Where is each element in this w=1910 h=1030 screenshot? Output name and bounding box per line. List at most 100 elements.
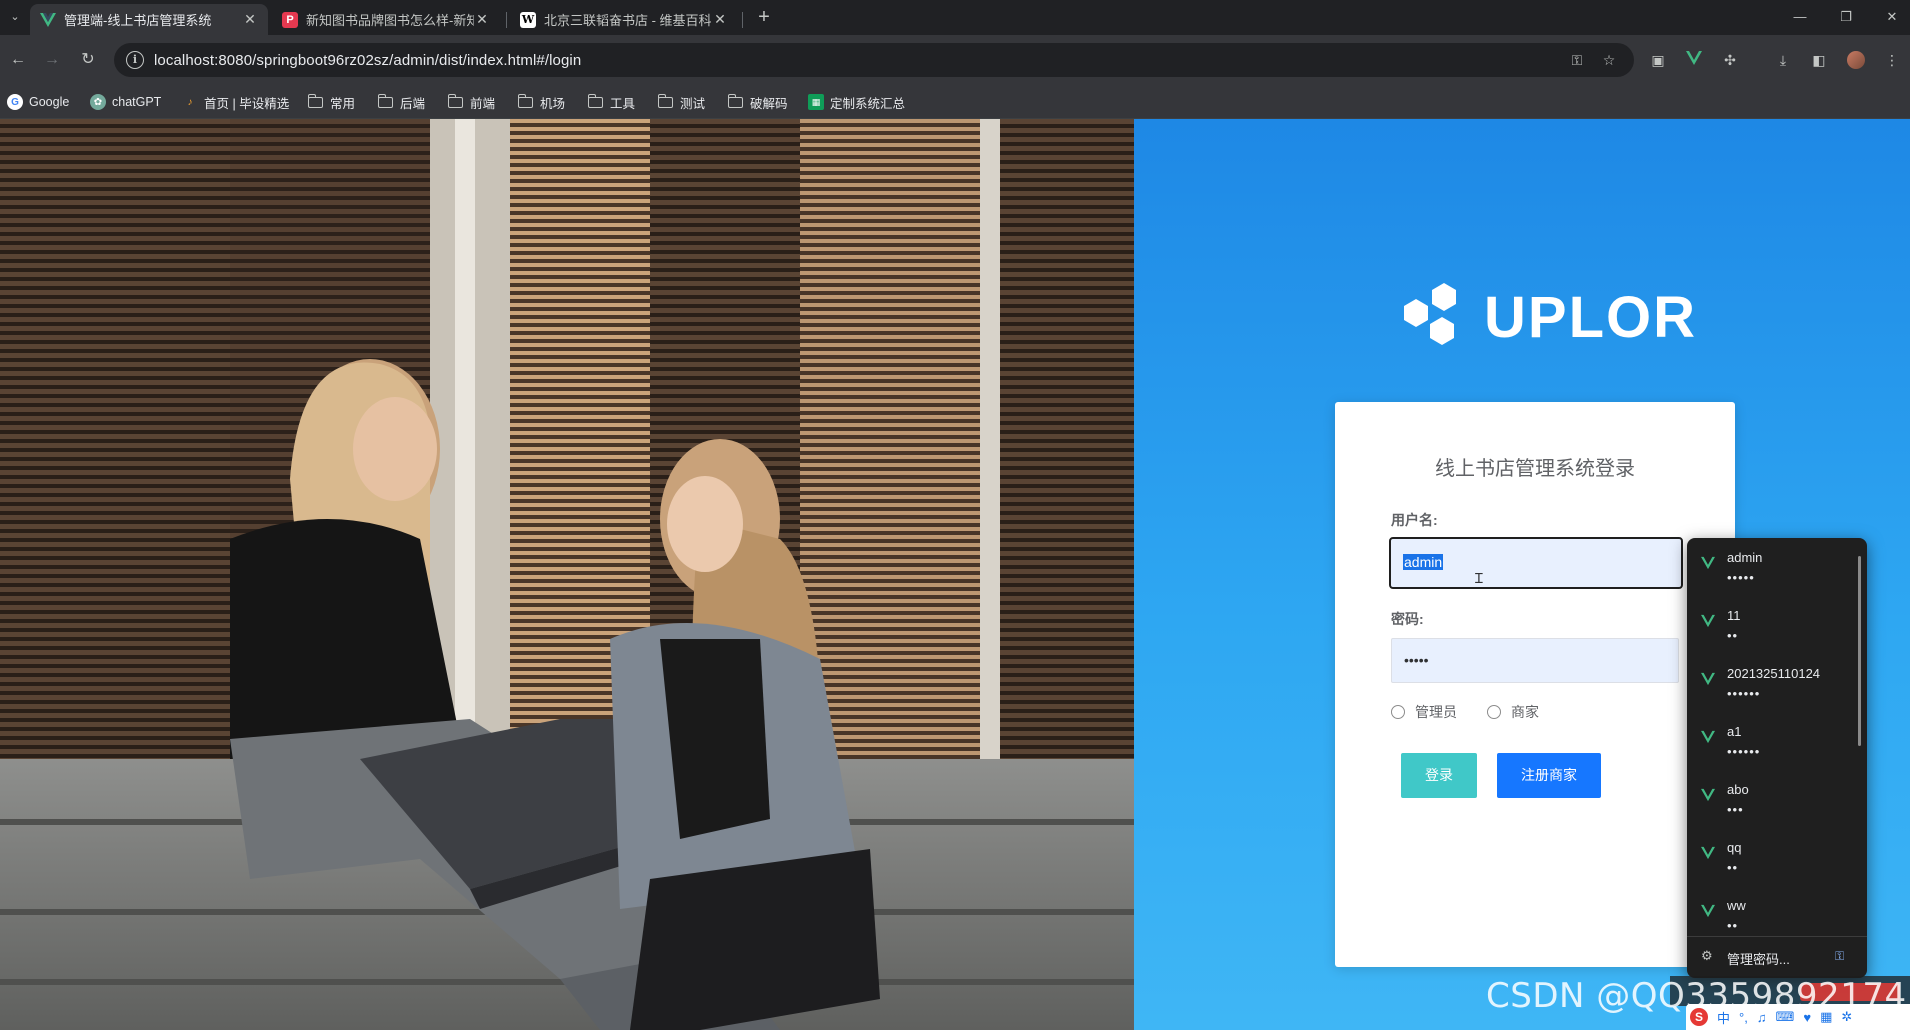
folder-icon <box>657 93 673 108</box>
bookmark-custom-systems[interactable]: ▦ 定制系统汇总 <box>808 92 905 112</box>
tab-close-icon[interactable]: ✕ <box>474 11 490 28</box>
tab-search-chevron-icon[interactable]: ⌄ <box>4 6 26 28</box>
key-icon: ⚿ <box>1835 949 1845 963</box>
username-label: 用户名: <box>1391 512 1438 528</box>
tab-title: 新知图书品牌图书怎么样-新知 <box>306 13 474 28</box>
login-card: 线上书店管理系统登录 用户名: admin Ɪ 密码: ••••• 管理员 商家… <box>1335 402 1735 967</box>
bookmark-home[interactable]: ♪ 首页 | 毕设精选 <box>182 92 290 112</box>
settings-icon: ✲ <box>1841 1009 1853 1024</box>
profile-avatar-icon[interactable] <box>1845 49 1867 71</box>
skin-icon: ♥ <box>1803 1009 1812 1025</box>
browser-window: ⌄ 管理端-线上书店管理系统 ✕ P 新知图书品牌图书怎么样-新知 ✕ W 北京… <box>0 0 1910 1030</box>
bookmark-folder-tools[interactable]: 工具 <box>587 92 635 112</box>
sogou-s-icon: S <box>1690 1008 1708 1026</box>
address-url[interactable]: localhost:8080/springboot96rz02sz/admin/… <box>154 52 581 69</box>
folder-icon <box>307 93 323 108</box>
username-input[interactable]: admin Ɪ <box>1389 537 1683 589</box>
logo-text: UPLOR <box>1484 284 1697 350</box>
gear-icon: ⚙ <box>1701 948 1713 963</box>
autofill-item[interactable]: abo ••• <box>1687 770 1867 828</box>
role-radio-merchant[interactable]: 商家 <box>1487 702 1539 722</box>
bookmark-label: 破解码 <box>750 96 788 111</box>
bookmark-label: 机场 <box>540 96 566 111</box>
folder-icon <box>447 93 463 108</box>
bookmark-label: 后端 <box>400 96 426 111</box>
vue-v-icon <box>1701 614 1715 628</box>
role-label-admin: 管理员 <box>1415 704 1457 720</box>
restore-icon[interactable]: ❐ <box>1834 6 1858 28</box>
minimize-icon[interactable]: — <box>1788 6 1812 28</box>
bookmark-label: Google <box>29 95 70 109</box>
vue-v-icon <box>1701 846 1715 860</box>
side-panel-icon[interactable]: ◧ <box>1808 49 1830 71</box>
new-tab-plus-icon[interactable]: + <box>752 6 776 30</box>
autofill-item[interactable]: 2021325110124 •••••• <box>1687 654 1867 712</box>
bookmark-folder-backend[interactable]: 后端 <box>377 92 426 112</box>
login-button[interactable]: 登录 <box>1401 753 1477 798</box>
more-menu-icon[interactable]: ⋮ <box>1881 49 1903 71</box>
password-input[interactable]: ••••• <box>1391 638 1679 683</box>
register-merchant-button[interactable]: 注册商家 <box>1497 753 1601 798</box>
ime-toolbar[interactable]: S 中 °, ♫ ⌨ ♥ ▦ ✲ <box>1686 1004 1910 1030</box>
tab-close-icon[interactable]: ✕ <box>712 11 728 28</box>
autofill-item[interactable]: 11 •• <box>1687 596 1867 654</box>
bookmark-folder-common[interactable]: 常用 <box>307 92 355 112</box>
close-window-icon[interactable]: ✕ <box>1880 6 1904 28</box>
tab-close-icon[interactable]: ✕ <box>242 11 258 28</box>
autofill-username: qq <box>1727 840 1742 855</box>
mic-icon: ♫ <box>1756 1009 1767 1025</box>
bookmark-folder-airport[interactable]: 机场 <box>517 92 566 112</box>
bookmark-google[interactable]: G Google <box>7 92 69 112</box>
address-bar[interactable]: i localhost:8080/springboot96rz02sz/admi… <box>114 43 1634 77</box>
password-value: ••••• <box>1404 652 1429 668</box>
folder-icon <box>377 93 393 108</box>
bookmark-folder-test[interactable]: 测试 <box>657 92 705 112</box>
extension-box-icon[interactable]: ▣ <box>1647 49 1669 71</box>
tab-strip: ⌄ 管理端-线上书店管理系统 ✕ P 新知图书品牌图书怎么样-新知 ✕ W 北京… <box>0 0 1910 35</box>
grid-icon: ▦ <box>1820 1009 1833 1024</box>
site-info-icon[interactable]: i <box>126 51 144 69</box>
autofill-item[interactable]: admin ••••• <box>1687 538 1867 596</box>
reload-icon[interactable]: ↻ <box>74 46 102 74</box>
autofill-scrollbar[interactable] <box>1858 556 1861 746</box>
chatgpt-icon: ✿ <box>90 94 106 110</box>
tab-separator <box>742 12 743 28</box>
bookmark-label: 前端 <box>470 96 496 111</box>
bookmark-folder-crack[interactable]: 破解码 <box>727 92 788 112</box>
bookmark-label: 定制系统汇总 <box>830 96 906 111</box>
autofill-username: 11 <box>1727 608 1741 623</box>
autofill-item[interactable]: qq •• <box>1687 828 1867 886</box>
vue-devtools-icon[interactable] <box>1683 49 1705 71</box>
key-icon[interactable]: ⚿ <box>1566 50 1588 70</box>
role-radio-admin[interactable]: 管理员 <box>1391 702 1457 722</box>
extensions-puzzle-icon[interactable]: ✣ <box>1719 49 1741 71</box>
manage-passwords-item[interactable]: ⚙ 管理密码... ⚿ <box>1687 936 1867 978</box>
autofill-password: •••••• <box>1727 686 1761 701</box>
tab-wikipedia[interactable]: W 北京三联韬奋书店 - 维基百科, ✕ <box>510 4 738 35</box>
folder-icon <box>587 93 603 108</box>
star-bookmark-icon[interactable]: ☆ <box>1598 50 1620 70</box>
bookmark-chatgpt[interactable]: ✿ chatGPT <box>90 92 161 112</box>
tab-xinzhi[interactable]: P 新知图书品牌图书怎么样-新知 ✕ <box>272 4 500 35</box>
ime-mode-label: 中 <box>1717 1010 1731 1026</box>
radio-circle-icon <box>1487 705 1501 719</box>
autofill-password: •• <box>1727 628 1739 643</box>
forward-arrow-icon[interactable]: → <box>38 46 66 74</box>
vue-v-icon <box>1701 556 1715 570</box>
autofill-item[interactable]: a1 •••••• <box>1687 712 1867 770</box>
autofill-dropdown: admin ••••• 11 •• 2021325110124 •••••• a… <box>1687 538 1867 978</box>
keyboard-icon: ⌨ <box>1775 1009 1795 1024</box>
text-cursor-icon: Ɪ <box>1475 570 1483 586</box>
login-page: UPLOR 线上书店管理系统登录 用户名: admin Ɪ 密码: ••••• … <box>0 119 1910 1030</box>
tab-separator <box>506 12 507 28</box>
autofill-password: •• <box>1727 860 1739 875</box>
tab-admin-login[interactable]: 管理端-线上书店管理系统 ✕ <box>30 4 268 35</box>
background-photo <box>0 119 1134 1030</box>
manage-passwords-label: 管理密码... <box>1727 952 1790 967</box>
download-icon[interactable]: ⤓ <box>1772 49 1794 71</box>
autofill-password: •••••• <box>1727 744 1761 759</box>
autofill-username: abo <box>1727 782 1749 797</box>
bookmark-folder-frontend[interactable]: 前端 <box>447 92 496 112</box>
vue-v-icon <box>40 12 56 28</box>
back-arrow-icon[interactable]: ← <box>4 46 32 74</box>
